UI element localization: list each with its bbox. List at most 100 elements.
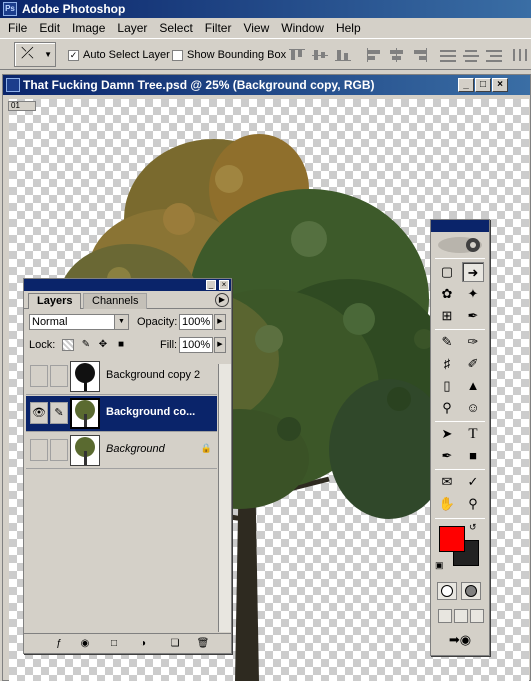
zoom-icon[interactable]: ⚲ bbox=[462, 494, 484, 514]
healing-brush-icon[interactable]: ✎ bbox=[436, 332, 458, 352]
lock-position-icon[interactable]: ✥ bbox=[97, 339, 109, 351]
auto-select-checkbox[interactable]: ✓ Auto Select Layer bbox=[68, 49, 170, 61]
layer-row[interactable]: Background copy 2 bbox=[26, 359, 217, 395]
visibility-toggle[interactable] bbox=[30, 365, 48, 387]
eye-icon[interactable]: 👁 bbox=[30, 402, 48, 424]
brush-icon[interactable]: ✑ bbox=[462, 332, 484, 352]
add-mask-icon[interactable]: ◉ bbox=[78, 637, 92, 651]
pen-icon[interactable]: ✒ bbox=[436, 446, 458, 466]
document-title-bar[interactable]: That Fucking Damn Tree.psd @ 25% (Backgr… bbox=[3, 75, 530, 95]
opacity-field[interactable]: 100% bbox=[179, 314, 213, 330]
slice-icon[interactable]: ✒ bbox=[462, 306, 484, 326]
palette-title-bar[interactable]: _ × bbox=[24, 279, 231, 291]
shape-icon[interactable]: ■ bbox=[462, 446, 484, 466]
checkbox-box[interactable]: ✓ bbox=[68, 49, 79, 61]
adjustment-layer-icon[interactable]: ◑ bbox=[136, 637, 150, 651]
tool-preset-picker[interactable]: ⤫ ▼ bbox=[14, 42, 56, 67]
eraser-icon[interactable]: ▯ bbox=[436, 376, 458, 396]
marquee-icon[interactable]: ▢ bbox=[436, 262, 458, 282]
dodge-icon[interactable]: ⚲ bbox=[436, 398, 458, 418]
new-layer-icon[interactable]: ❏ bbox=[168, 637, 182, 651]
maximize-button[interactable]: □ bbox=[475, 78, 491, 92]
move-icon: ⤫ bbox=[21, 45, 34, 62]
palette-menu-icon[interactable]: ▶ bbox=[215, 293, 229, 307]
eyedropper-icon[interactable]: ✓ bbox=[462, 472, 484, 492]
lock-icon: 🔒 bbox=[200, 443, 212, 453]
lock-transparency-icon[interactable] bbox=[62, 339, 74, 351]
distribute-bottom-button[interactable] bbox=[484, 47, 504, 63]
quick-mask-button[interactable] bbox=[461, 582, 481, 600]
foreground-color-swatch[interactable] bbox=[439, 526, 465, 552]
align-right-button[interactable] bbox=[410, 47, 430, 63]
chevron-down-icon: ▼ bbox=[114, 315, 128, 329]
layers-scrollbar[interactable] bbox=[218, 364, 231, 632]
layer-row[interactable]: Background 🔒 bbox=[26, 433, 217, 469]
standard-mode-button[interactable] bbox=[437, 582, 457, 600]
new-group-icon[interactable]: □ bbox=[107, 637, 121, 651]
clone-stamp-icon[interactable]: ♯ bbox=[436, 354, 458, 374]
notes-icon[interactable]: ✉ bbox=[436, 472, 458, 492]
align-vcenter-button[interactable] bbox=[310, 47, 330, 63]
toolbox-divider bbox=[435, 469, 485, 470]
brush-icon[interactable]: ✎ bbox=[50, 402, 68, 424]
tab-layers[interactable]: Layers bbox=[28, 293, 82, 309]
hand-icon[interactable]: ✋ bbox=[436, 494, 458, 514]
type-icon[interactable]: T bbox=[462, 424, 484, 444]
distribute-left-button[interactable] bbox=[510, 47, 530, 63]
menu-window[interactable]: Window bbox=[275, 18, 330, 38]
align-hcenter-button[interactable] bbox=[387, 47, 407, 63]
history-brush-icon[interactable]: ✐ bbox=[462, 354, 484, 374]
palette-close-button[interactable]: × bbox=[219, 280, 229, 290]
menu-view[interactable]: View bbox=[237, 18, 275, 38]
default-colors-icon[interactable]: ▣ bbox=[435, 560, 444, 571]
path-select-icon[interactable]: ➤ bbox=[436, 424, 458, 444]
smudge-icon[interactable]: ☺ bbox=[462, 398, 484, 418]
palette-tabs: Layers Channels bbox=[24, 292, 231, 309]
toolbox-title-bar[interactable] bbox=[431, 220, 489, 232]
fill-slider-button[interactable]: ▶ bbox=[214, 337, 226, 353]
paint-bucket-icon[interactable]: ▲ bbox=[462, 376, 484, 396]
palette-minimize-button[interactable]: _ bbox=[206, 280, 216, 290]
full-screen-menu-button[interactable] bbox=[454, 609, 468, 623]
lock-image-icon[interactable]: ✎ bbox=[80, 339, 92, 351]
align-top-button[interactable] bbox=[287, 47, 307, 63]
close-button[interactable]: × bbox=[492, 78, 508, 92]
align-bottom-button[interactable] bbox=[333, 47, 353, 63]
document-icon bbox=[6, 78, 20, 92]
menu-select[interactable]: Select bbox=[153, 18, 198, 38]
standard-screen-button[interactable] bbox=[438, 609, 452, 623]
tab-channels[interactable]: Channels bbox=[83, 293, 148, 309]
jump-to-imageready-icon[interactable]: ➡◉ bbox=[436, 630, 484, 650]
layer-style-icon[interactable]: ƒ bbox=[52, 637, 66, 651]
align-left-button[interactable] bbox=[364, 47, 384, 63]
menu-image[interactable]: Image bbox=[66, 18, 111, 38]
menu-help[interactable]: Help bbox=[330, 18, 367, 38]
visibility-toggle[interactable] bbox=[30, 439, 48, 461]
fill-field[interactable]: 100% bbox=[179, 337, 213, 353]
menu-filter[interactable]: Filter bbox=[199, 18, 238, 38]
layer-name: Background co... bbox=[106, 406, 196, 418]
trash-icon[interactable]: 🗑 bbox=[196, 637, 210, 651]
menu-file[interactable]: File bbox=[2, 18, 33, 38]
minimize-button[interactable]: _ bbox=[458, 78, 474, 92]
magic-wand-icon[interactable]: ✦ bbox=[462, 284, 484, 304]
distribute-center-button[interactable] bbox=[461, 47, 481, 63]
layer-link-toggle[interactable] bbox=[50, 439, 68, 461]
show-bounding-checkbox[interactable]: Show Bounding Box bbox=[172, 49, 286, 61]
swap-colors-icon[interactable]: ↺ bbox=[469, 522, 477, 533]
layer-link-toggle[interactable] bbox=[50, 365, 68, 387]
opacity-slider-button[interactable]: ▶ bbox=[214, 314, 226, 330]
adobe-online-icon[interactable] bbox=[435, 234, 485, 256]
distribute-top-button[interactable] bbox=[438, 47, 458, 63]
checkbox-box[interactable] bbox=[172, 49, 183, 61]
menu-layer[interactable]: Layer bbox=[111, 18, 153, 38]
blend-mode-select[interactable]: Normal ▼ bbox=[29, 314, 129, 330]
move-icon[interactable]: ➜ bbox=[462, 262, 484, 282]
full-screen-button[interactable] bbox=[470, 609, 484, 623]
lasso-icon[interactable]: ✿ bbox=[436, 284, 458, 304]
layers-palette: _ × Layers Channels ▶ Normal ▼ Opacity: … bbox=[23, 278, 232, 654]
menu-edit[interactable]: Edit bbox=[33, 18, 66, 38]
crop-icon[interactable]: ⊞ bbox=[436, 306, 458, 326]
layer-row[interactable]: 👁 ✎ Background co... bbox=[26, 396, 217, 432]
lock-all-icon[interactable]: ■ bbox=[115, 339, 127, 351]
